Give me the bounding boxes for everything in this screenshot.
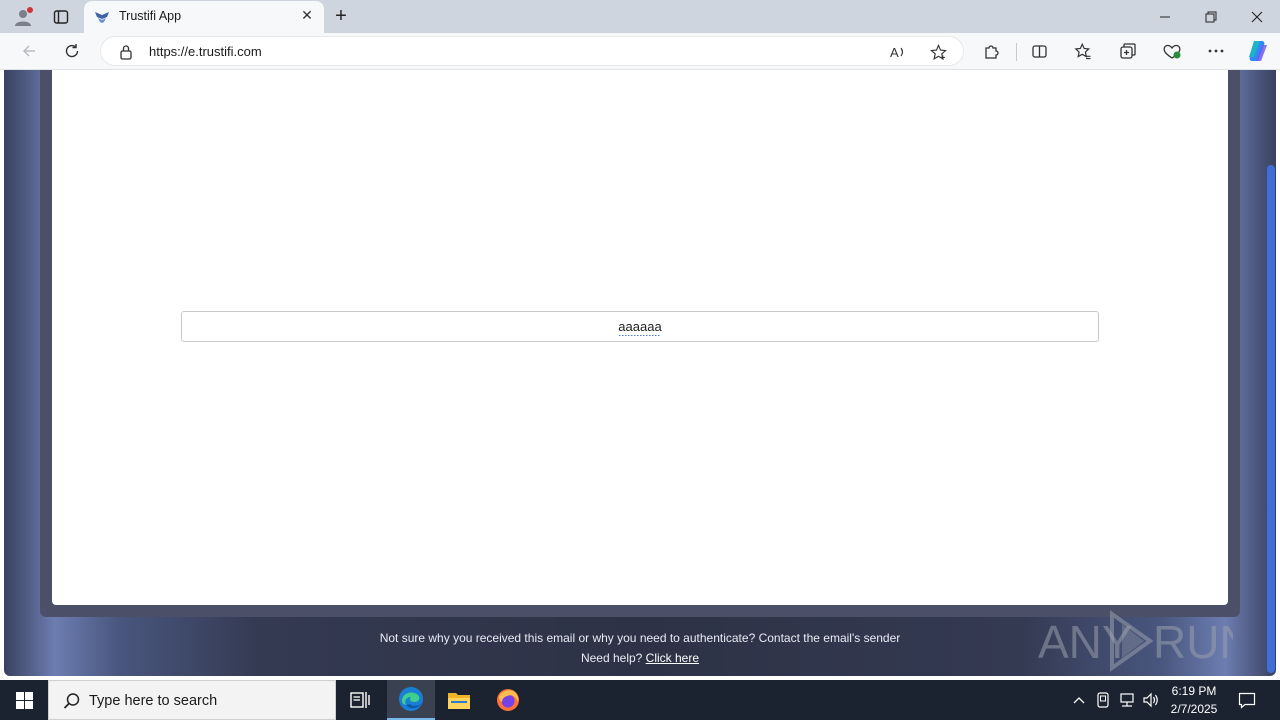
more-icon[interactable]	[1201, 37, 1231, 65]
tab-actions-icon[interactable]	[46, 0, 76, 33]
lock-icon[interactable]	[119, 44, 133, 60]
read-aloud-icon[interactable]: A	[887, 41, 909, 63]
back-icon[interactable]	[14, 37, 44, 65]
split-screen-icon[interactable]	[1024, 37, 1054, 65]
tab-title: Trustifi App	[119, 9, 182, 23]
page-viewport: Not sure why you received this email or …	[0, 70, 1280, 680]
device-icon[interactable]	[1093, 680, 1113, 720]
watermark-run: RUN	[1153, 616, 1233, 668]
active-tab[interactable]: Trustifi App ✕	[84, 1, 324, 33]
search-icon	[63, 692, 81, 710]
volume-icon[interactable]	[1140, 680, 1162, 720]
file-explorer-icon[interactable]	[435, 680, 483, 720]
clock-time[interactable]: 6:19 PM	[1166, 684, 1222, 698]
help-link[interactable]: Click here	[646, 651, 699, 665]
favorites-icon[interactable]	[1068, 37, 1098, 65]
new-tab-icon[interactable]: +	[330, 0, 352, 33]
watermark-any: ANY	[1038, 616, 1133, 668]
task-view-icon[interactable]	[336, 680, 384, 720]
clock-date[interactable]: 2/7/2025	[1166, 702, 1222, 716]
chevron-up-icon[interactable]	[1068, 680, 1090, 720]
auth-card	[52, 70, 1228, 605]
window-close-icon[interactable]	[1234, 0, 1280, 33]
network-icon[interactable]	[1116, 680, 1138, 720]
collections-icon[interactable]	[1113, 37, 1143, 65]
firefox-icon[interactable]	[484, 680, 532, 720]
help-prefix: Need help?	[580, 651, 646, 665]
scrollbar-thumb[interactable]	[1267, 165, 1275, 673]
address-bar[interactable]: https://e.trustifi.com A	[100, 36, 964, 66]
extensions-icon[interactable]	[976, 37, 1006, 65]
taskbar-search-box[interactable]: Type here to search	[48, 680, 336, 720]
search-placeholder: Type here to search	[89, 693, 218, 709]
favorite-star-icon[interactable]	[927, 41, 949, 63]
browser-toolbar: https://e.trustifi.com A	[0, 33, 1280, 70]
restore-icon[interactable]	[1188, 0, 1234, 33]
verification-code-input[interactable]	[181, 311, 1099, 342]
anyrun-watermark: ANY RUN	[1038, 610, 1253, 674]
performance-icon[interactable]	[1157, 37, 1187, 65]
minimize-icon[interactable]	[1142, 0, 1188, 33]
windows-start-icon[interactable]	[0, 680, 48, 720]
trustifi-favicon	[94, 9, 110, 25]
windows-taskbar: Type here to search 6:19 PM 2/7/2025	[0, 680, 1280, 720]
refresh-icon[interactable]	[57, 37, 87, 65]
spellcheck-underline	[619, 335, 661, 337]
url-text[interactable]: https://e.trustifi.com	[149, 44, 262, 59]
profile-icon[interactable]	[8, 0, 38, 33]
notification-icon[interactable]	[1232, 680, 1262, 720]
svg-text:A: A	[890, 45, 899, 60]
browser-title-bar: Trustifi App ✕ +	[0, 0, 1280, 33]
close-icon[interactable]: ✕	[300, 8, 314, 22]
edge-icon[interactable]	[387, 680, 435, 720]
copilot-icon[interactable]	[1243, 37, 1273, 65]
